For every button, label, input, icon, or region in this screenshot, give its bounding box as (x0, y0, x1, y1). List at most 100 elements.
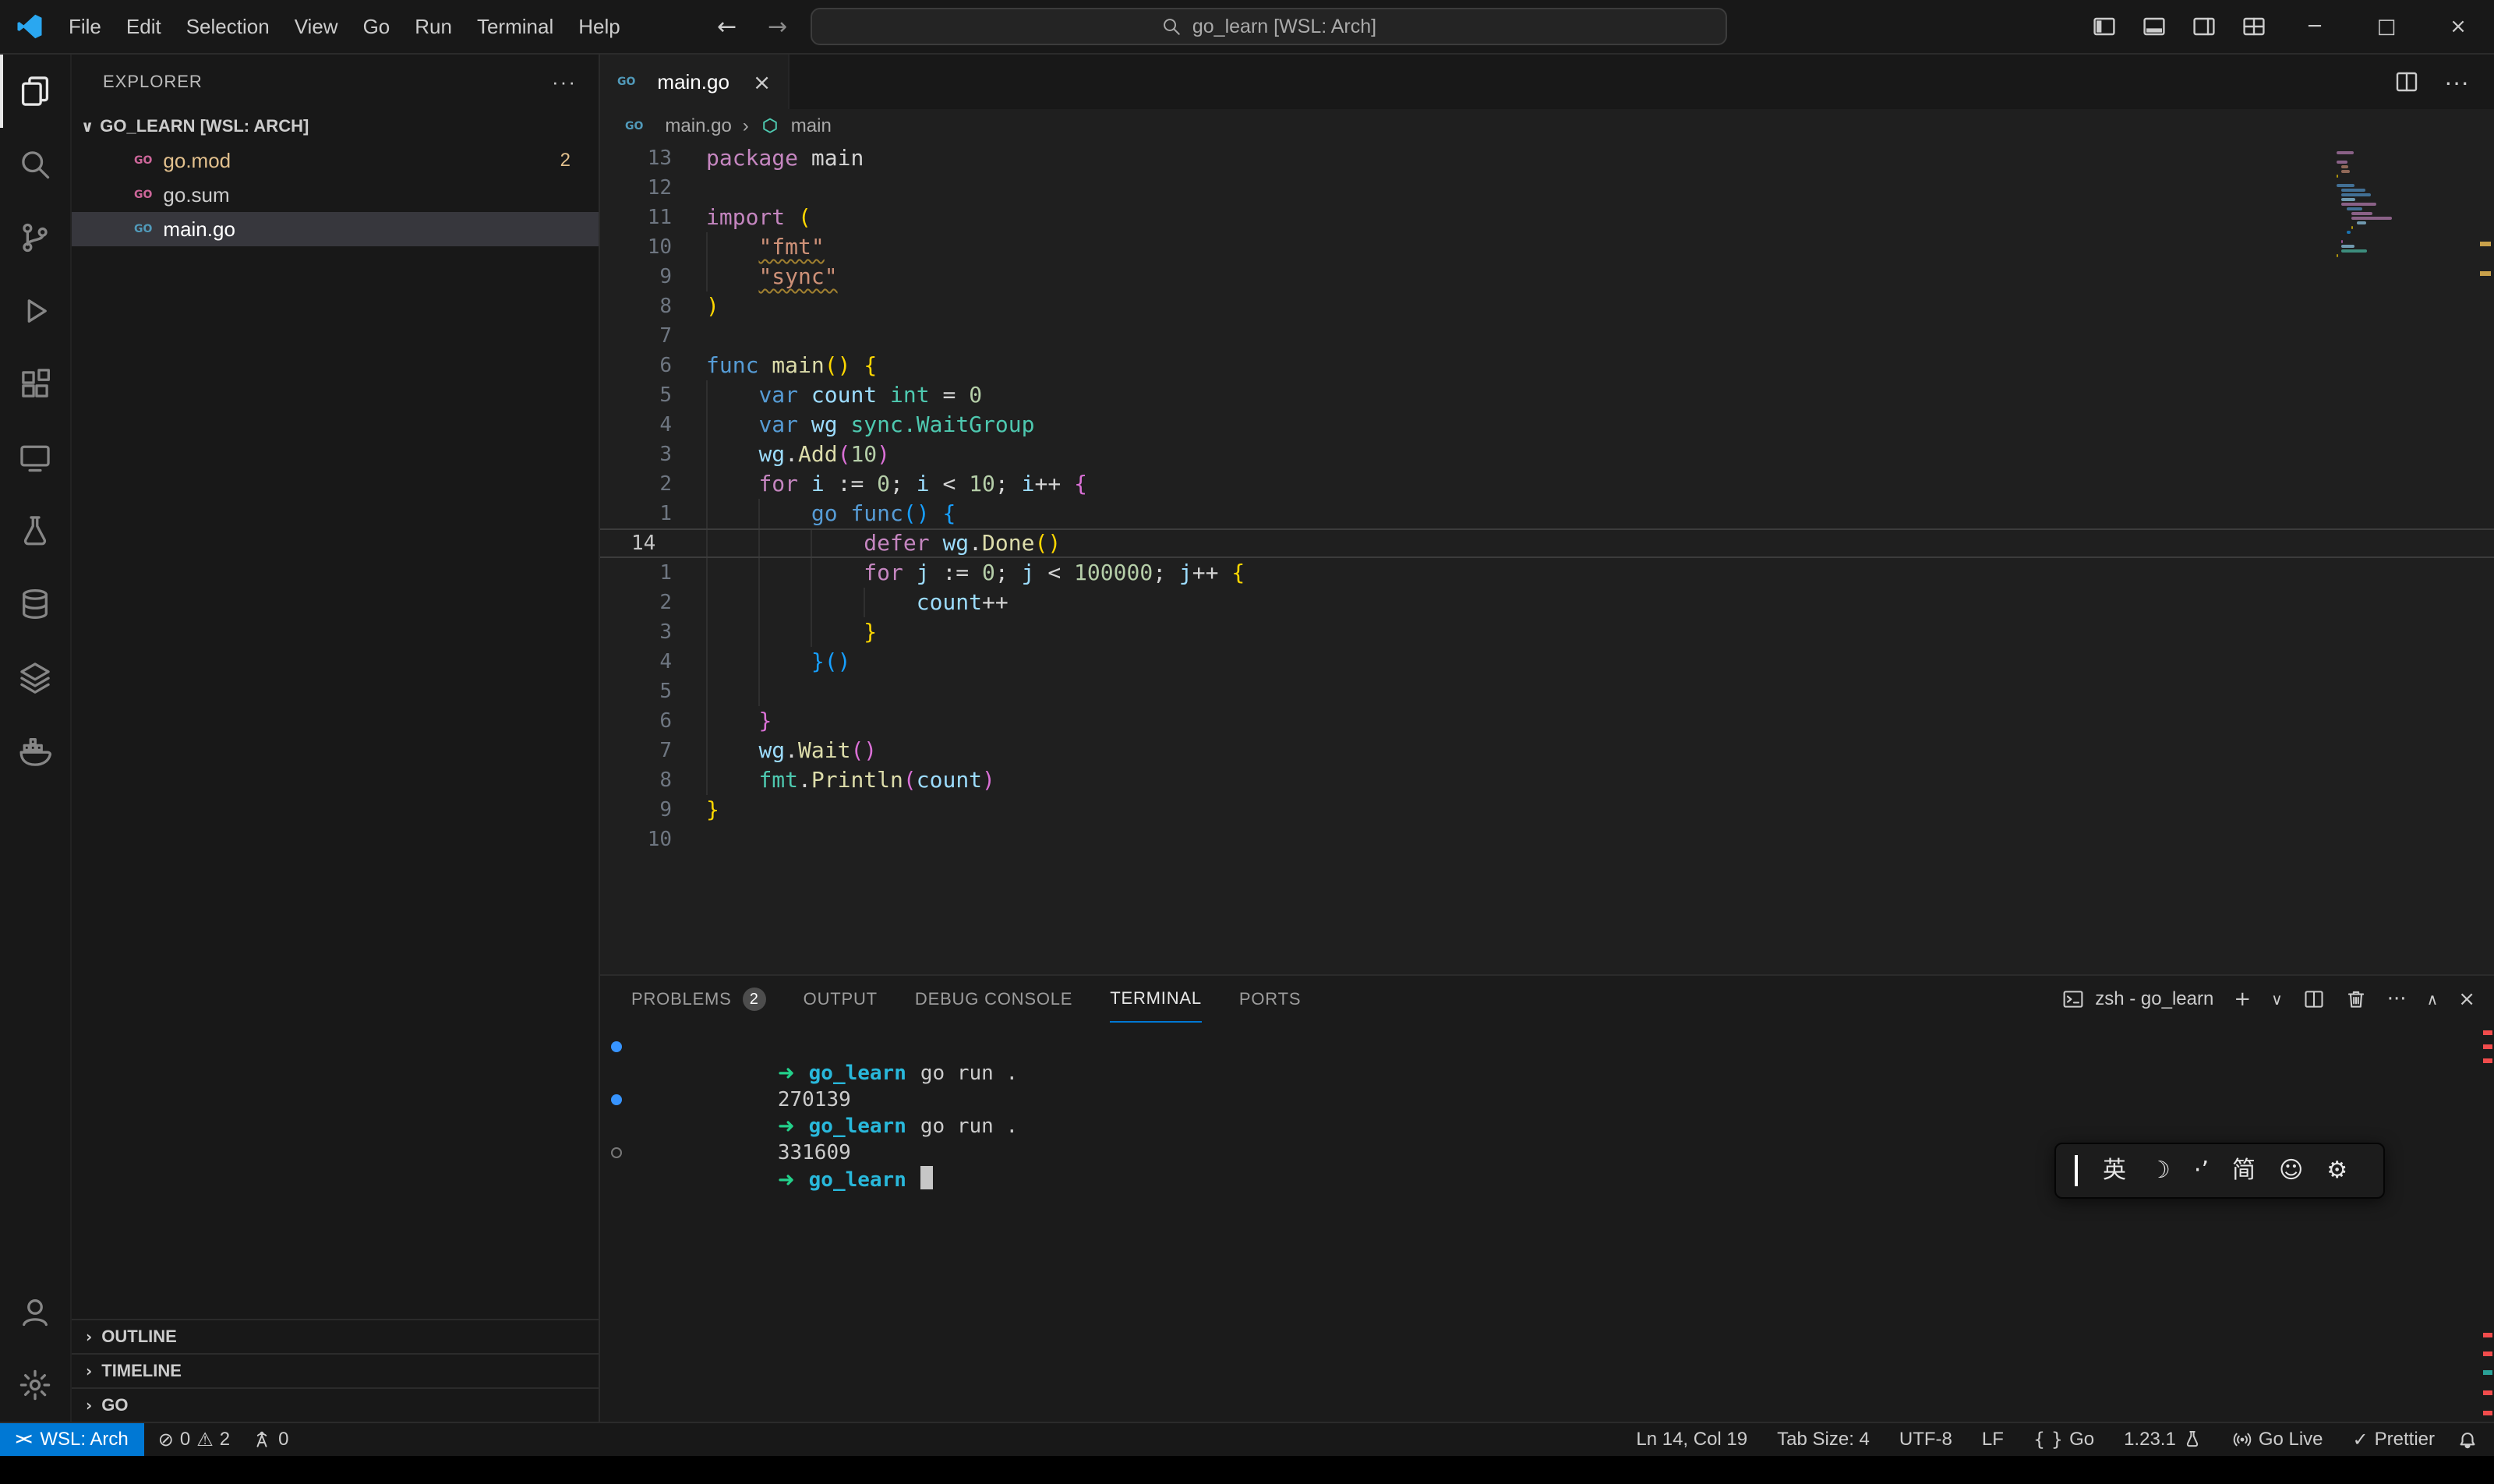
breadcrumb-file[interactable]: main.go (665, 115, 731, 137)
ime-halfwidth-moon-icon[interactable]: ☽ (2150, 1159, 2171, 1182)
file-row-gomod[interactable]: GO go.mod 2 (72, 143, 599, 178)
command-decoration-icon[interactable] (611, 1041, 622, 1052)
close-panel-icon[interactable]: × (2458, 988, 2475, 1011)
window-close-button[interactable]: × (2422, 0, 2494, 53)
accounts-icon[interactable] (0, 1275, 70, 1348)
code-line[interactable]: 1 go func() { (600, 499, 2494, 528)
code-line[interactable]: 12 (600, 173, 2494, 203)
code-line[interactable]: 8) (600, 292, 2494, 321)
code-line[interactable]: 8 fmt.Println(count) (600, 765, 2494, 795)
editor-more-actions-icon[interactable]: ··· (2444, 68, 2469, 97)
menu-run[interactable]: Run (402, 10, 465, 44)
ime-punctuation-mode[interactable]: ·’ (2194, 1159, 2209, 1182)
code-line[interactable]: 7 wg.Wait() (600, 736, 2494, 765)
shell-session-label[interactable]: zsh - go_learn (2062, 988, 2213, 1010)
file-row-gosum[interactable]: GO go.sum (72, 178, 599, 212)
section-outline[interactable]: › OUTLINE (72, 1319, 599, 1353)
indentation-status[interactable]: Tab Size: 4 (1769, 1429, 1878, 1450)
window-maximize-button[interactable]: □ (2351, 0, 2422, 53)
code-line[interactable]: 7 (600, 321, 2494, 351)
forward-icon[interactable]: → (768, 13, 787, 41)
explorer-more-actions-icon[interactable]: ··· (552, 70, 577, 94)
menu-file[interactable]: File (56, 10, 114, 44)
code-line[interactable]: 9 "sync" (600, 262, 2494, 292)
explorer-icon[interactable] (0, 55, 70, 128)
file-row-maingo[interactable]: GO main.go (72, 212, 599, 246)
layers-icon[interactable] (0, 641, 70, 714)
back-icon[interactable]: ← (717, 13, 737, 41)
toggle-secondary-sidebar-icon[interactable] (2179, 0, 2229, 53)
folder-root-row[interactable]: ∨ GO_LEARN [WSL: ARCH] (72, 109, 599, 143)
tab-close-icon[interactable]: × (753, 69, 771, 95)
minimap[interactable] (2337, 151, 2469, 262)
section-go[interactable]: › GO (72, 1387, 599, 1422)
source-control-icon[interactable] (0, 201, 70, 274)
menu-go[interactable]: Go (351, 10, 403, 44)
ime-simplified-mode[interactable]: 简 (2232, 1159, 2256, 1182)
terminal-dropdown-icon[interactable]: ∨ (2271, 990, 2283, 1009)
eol-status[interactable]: LF (1974, 1429, 2012, 1450)
split-terminal-icon[interactable] (2303, 988, 2325, 1010)
terminal-content[interactable]: ➜go_learngo run . 270139 ➜go_learngo run… (600, 1023, 2494, 1422)
tab-terminal[interactable]: TERMINAL (1110, 976, 1202, 1023)
kill-terminal-trash-icon[interactable] (2345, 988, 2367, 1010)
problems-status[interactable]: ⊘ 0 ⚠ 2 (150, 1429, 238, 1450)
go-version-status[interactable]: 1.23.1 (2116, 1429, 2210, 1450)
tab-debug-console[interactable]: DEBUG CONSOLE (915, 976, 1072, 1023)
code-line[interactable]: 2 for i := 0; i < 10; i++ { (600, 469, 2494, 499)
docker-icon[interactable] (0, 714, 70, 787)
menu-view[interactable]: View (282, 10, 351, 44)
panel-more-actions-icon[interactable]: ··· (2387, 988, 2407, 1011)
code-line[interactable]: 4 }() (600, 647, 2494, 677)
code-line[interactable]: 9} (600, 795, 2494, 825)
code-line[interactable]: 6func main() { (600, 351, 2494, 380)
extensions-icon[interactable] (0, 348, 70, 421)
tab-problems[interactable]: PROBLEMS 2 (631, 976, 766, 1023)
notifications-bell-icon[interactable] (2457, 1429, 2478, 1450)
split-editor-icon[interactable] (2394, 69, 2419, 94)
code-line[interactable]: 13package main (600, 143, 2494, 173)
language-mode[interactable]: { } Go (2026, 1429, 2102, 1450)
code-line[interactable]: 2 count++ (600, 588, 2494, 617)
search-view-icon[interactable] (0, 128, 70, 201)
ime-language-mode[interactable]: 英 (2103, 1159, 2126, 1182)
remote-explorer-icon[interactable] (0, 421, 70, 494)
code-line[interactable]: 4 var wg sync.WaitGroup (600, 410, 2494, 440)
code-line[interactable]: 10 (600, 825, 2494, 854)
tab-output[interactable]: OUTPUT (804, 976, 878, 1023)
code-line[interactable]: 3 } (600, 617, 2494, 647)
toggle-sidebar-icon[interactable] (2079, 0, 2129, 53)
testing-icon[interactable] (0, 494, 70, 567)
ime-settings-gear-icon[interactable]: ⚙ (2326, 1159, 2347, 1182)
go-live-button[interactable]: Go Live (2224, 1429, 2331, 1450)
breadcrumb-symbol[interactable]: main (791, 115, 832, 137)
ports-status[interactable]: 0 (244, 1429, 296, 1450)
menu-help[interactable]: Help (566, 10, 632, 44)
tab-maingo[interactable]: GO main.go × (600, 55, 790, 109)
toggle-panel-icon[interactable] (2129, 0, 2179, 53)
code-line[interactable]: 1 for j := 0; j < 100000; j++ { (600, 558, 2494, 588)
menu-selection[interactable]: Selection (174, 10, 282, 44)
code-line[interactable]: 10 "fmt" (600, 232, 2494, 262)
cursor-position[interactable]: Ln 14, Col 19 (1628, 1429, 1755, 1450)
database-icon[interactable] (0, 567, 70, 641)
prettier-status[interactable]: ✓ Prettier (2345, 1429, 2443, 1450)
remote-indicator[interactable]: >< WSL: Arch (0, 1423, 144, 1456)
settings-gear-icon[interactable] (0, 1348, 70, 1422)
menu-edit[interactable]: Edit (114, 10, 174, 44)
tab-ports[interactable]: PORTS (1239, 976, 1301, 1023)
code-line[interactable]: 11import ( (600, 203, 2494, 232)
command-center-search[interactable]: go_learn [WSL: Arch] (811, 8, 1727, 45)
code-line[interactable]: 14 defer wg.Done() (600, 528, 2494, 558)
window-minimize-button[interactable]: ─ (2279, 0, 2351, 53)
command-decoration-icon[interactable] (611, 1094, 622, 1105)
code-line[interactable]: 3 wg.Add(10) (600, 440, 2494, 469)
code-line[interactable]: 5 var count int = 0 (600, 380, 2494, 410)
customize-layout-icon[interactable] (2229, 0, 2279, 53)
new-terminal-icon[interactable]: + (2234, 988, 2251, 1011)
ime-emoji-icon[interactable]: ☺ (2279, 1159, 2303, 1182)
maximize-panel-icon[interactable]: ∧ (2427, 990, 2439, 1009)
menu-terminal[interactable]: Terminal (465, 10, 566, 44)
code-line[interactable]: 6 } (600, 706, 2494, 736)
run-debug-icon[interactable] (0, 274, 70, 348)
